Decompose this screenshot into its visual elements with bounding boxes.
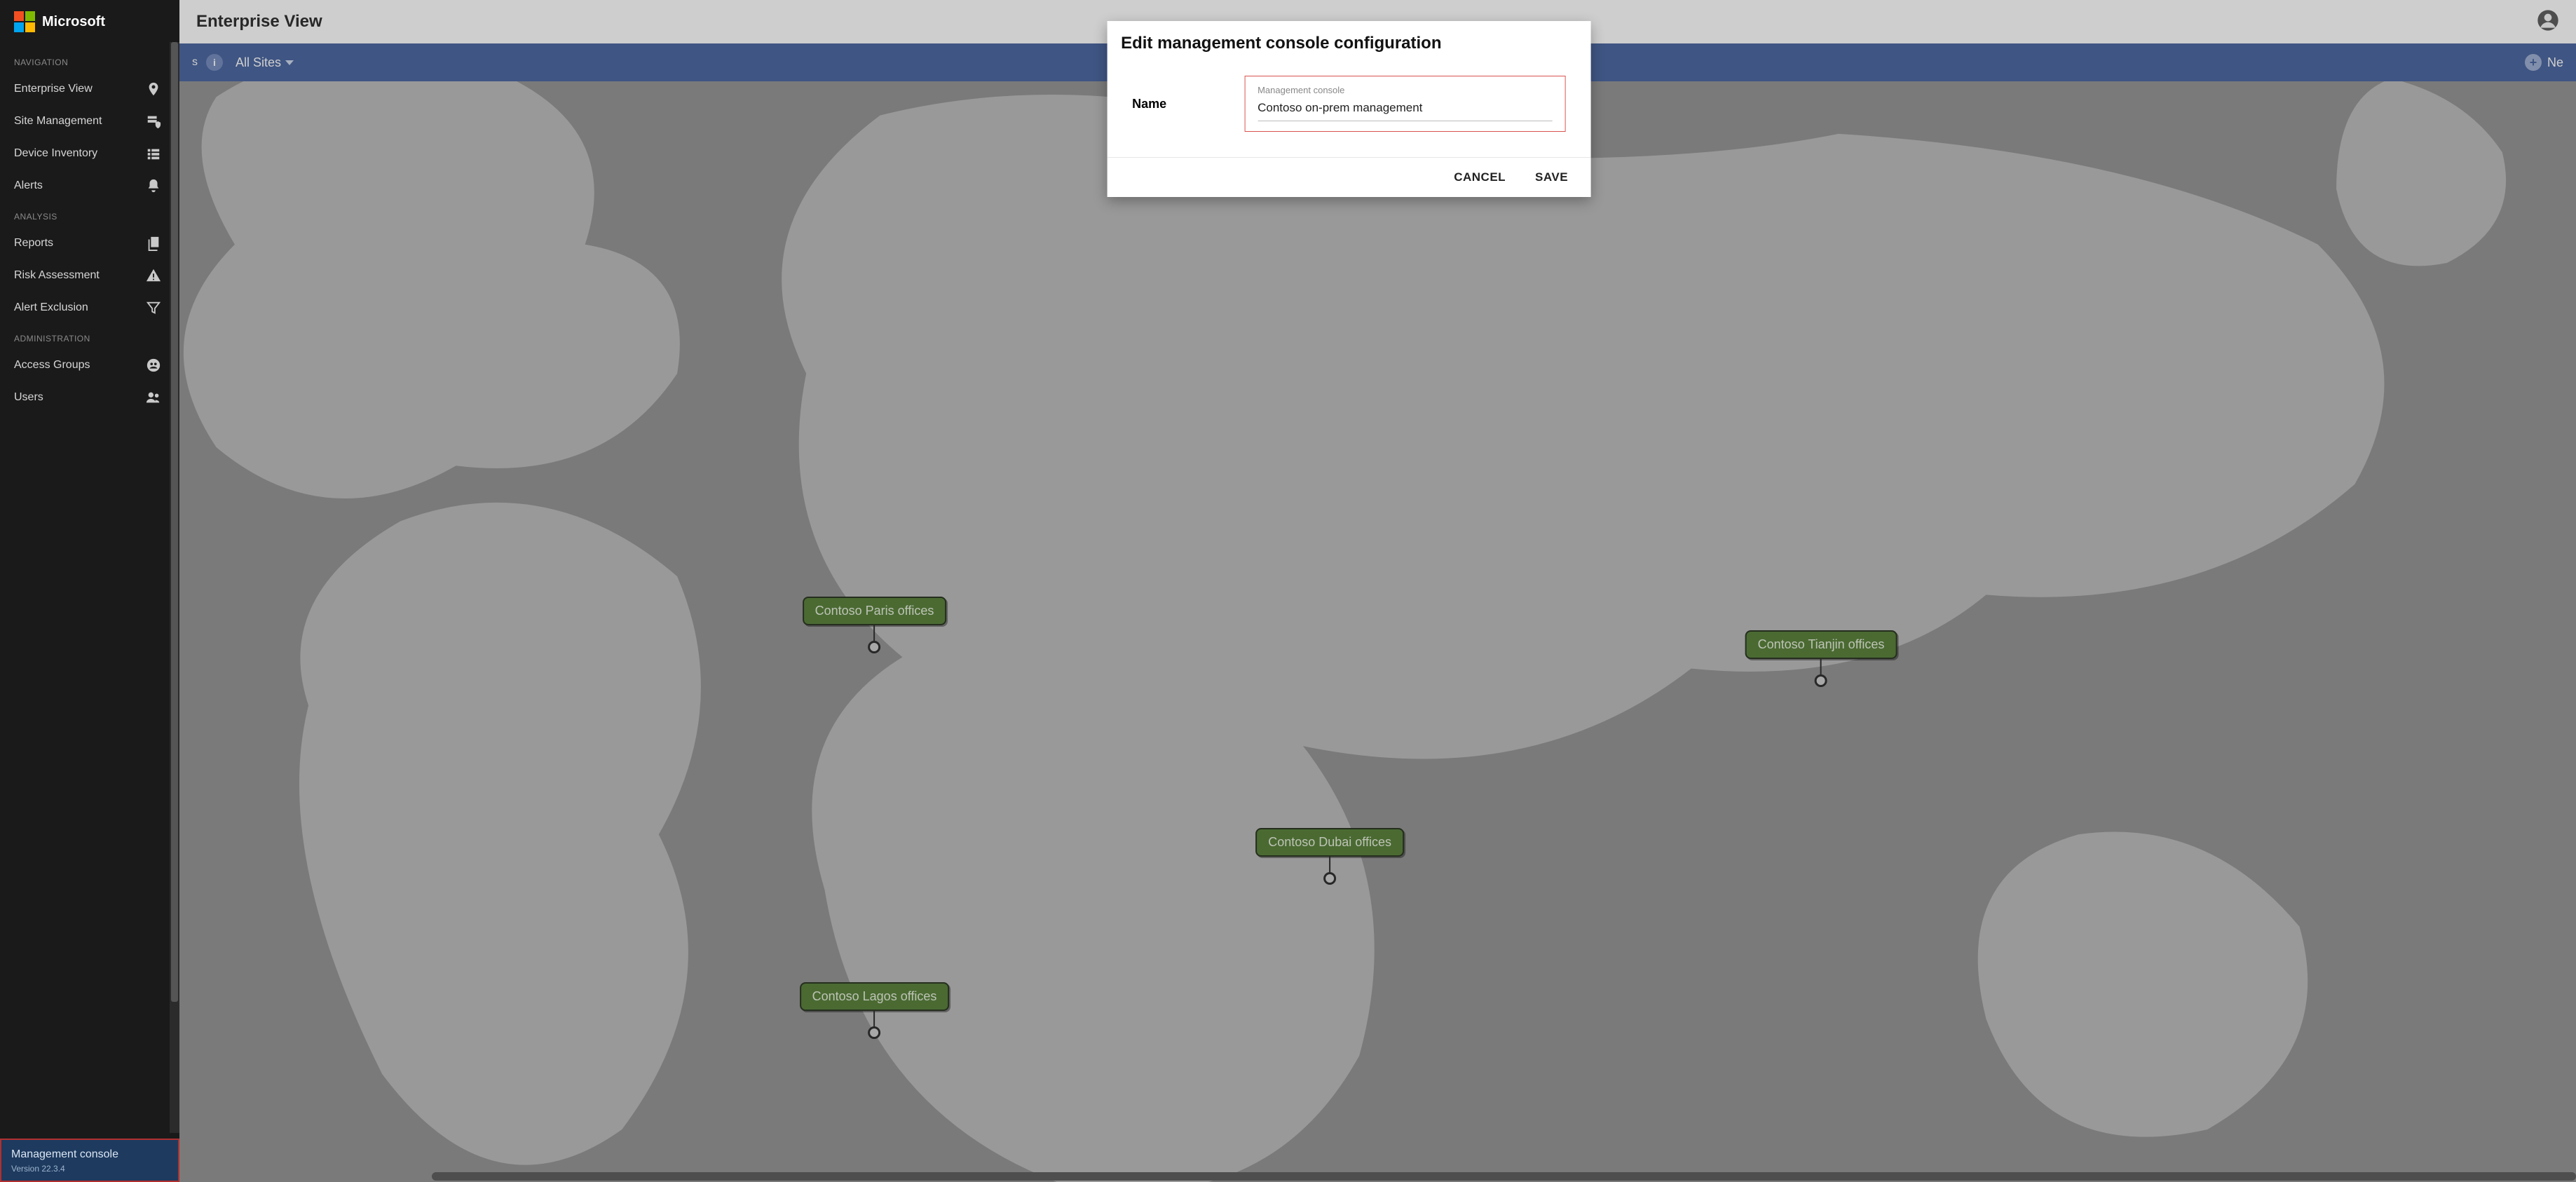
site-tag-dubai[interactable]: Contoso Dubai offices: [1255, 828, 1404, 885]
toolbar-left-trunc: s: [192, 56, 198, 69]
brand-text: Microsoft: [42, 14, 105, 30]
nav-risk-assessment[interactable]: Risk Assessment: [0, 259, 179, 292]
account-icon[interactable]: [2537, 9, 2559, 35]
sidebar-scrollbar-thumb[interactable]: [171, 42, 178, 1002]
list-icon: [146, 146, 161, 161]
site-stem: [1329, 857, 1330, 872]
modal-footer: CANCEL SAVE: [1107, 157, 1590, 197]
nav-alerts[interactable]: Alerts: [0, 170, 179, 202]
bell-icon: [146, 178, 161, 193]
footer-version: Version 22.3.4: [11, 1164, 168, 1174]
site-tag-lagos[interactable]: Contoso Lagos offices: [800, 982, 950, 1039]
group-circle-icon: [146, 358, 161, 373]
nav-enterprise-view[interactable]: Enterprise View: [0, 73, 179, 105]
nav-label: Alerts: [14, 179, 43, 192]
cancel-button[interactable]: CANCEL: [1454, 170, 1506, 184]
modal-title: Edit management console configuration: [1121, 34, 1576, 53]
filter-icon: [146, 300, 161, 315]
new-button[interactable]: + Ne: [2525, 54, 2563, 71]
footer-title: Management console: [11, 1148, 168, 1161]
modal-body: Name Management console: [1107, 62, 1590, 157]
page-title: Enterprise View: [196, 12, 322, 32]
microsoft-logo-icon: [14, 11, 35, 32]
site-selector-dropdown[interactable]: All Sites: [236, 55, 294, 70]
chevron-down-icon: [285, 60, 294, 65]
nav-label: Site Management: [14, 115, 102, 128]
nav-label: Risk Assessment: [14, 269, 100, 282]
nav-section-navigation: NAVIGATION: [0, 48, 179, 73]
nav-label: Reports: [14, 237, 53, 250]
nav-label: Alert Exclusion: [14, 301, 88, 314]
field-label-name: Name: [1132, 97, 1216, 111]
sidebar-scrollbar[interactable]: [170, 42, 179, 1133]
console-name-input[interactable]: [1258, 98, 1552, 121]
nav-label: Device Inventory: [14, 147, 97, 160]
new-button-label: Ne: [2547, 55, 2563, 70]
nav-label: Enterprise View: [14, 83, 93, 95]
nav-site-management[interactable]: Site Management: [0, 105, 179, 137]
nav-label: Access Groups: [14, 359, 90, 372]
nav-label: Users: [14, 391, 43, 404]
edit-console-modal: Edit management console configuration Na…: [1107, 21, 1590, 197]
name-field-box: Management console: [1244, 76, 1565, 132]
warning-triangle-icon: [146, 268, 161, 283]
sidebar-footer-management-console[interactable]: Management console Version 22.3.4: [0, 1139, 179, 1182]
info-icon[interactable]: i: [206, 54, 223, 71]
site-label: Contoso Tianjin offices: [1745, 630, 1897, 659]
main: Enterprise View s i All Sites + Ne: [179, 0, 2576, 1182]
server-shield-icon: [146, 114, 161, 129]
toolbar-left: s i: [192, 54, 223, 71]
map-area[interactable]: Contoso Paris offices Contoso Tianjin off…: [179, 81, 2576, 1182]
modal-header: Edit management console configuration: [1107, 21, 1590, 62]
site-label: Contoso Paris offices: [803, 597, 947, 625]
site-stem: [873, 625, 875, 641]
site-stem: [873, 1011, 875, 1026]
site-stem: [1820, 659, 1822, 674]
nav-device-inventory[interactable]: Device Inventory: [0, 137, 179, 170]
sidebar: Microsoft NAVIGATION Enterprise View Sit…: [0, 0, 179, 1182]
nav-reports[interactable]: Reports: [0, 227, 179, 259]
nav-users[interactable]: Users: [0, 381, 179, 414]
brand-row: Microsoft: [0, 0, 179, 48]
site-selector-label: All Sites: [236, 55, 281, 70]
site-label: Contoso Lagos offices: [800, 982, 950, 1011]
site-tag-tianjin[interactable]: Contoso Tianjin offices: [1745, 630, 1897, 687]
world-map-graphic: [179, 81, 2576, 1182]
nav-access-groups[interactable]: Access Groups: [0, 349, 179, 381]
floating-label: Management console: [1258, 85, 1552, 95]
nav-section-administration: ADMINISTRATION: [0, 324, 179, 349]
site-tag-paris[interactable]: Contoso Paris offices: [803, 597, 947, 653]
copy-icon: [146, 236, 161, 251]
plus-circle-icon: +: [2525, 54, 2542, 71]
map-horizontal-scrollbar[interactable]: [432, 1172, 2576, 1181]
site-label: Contoso Dubai offices: [1255, 828, 1404, 857]
site-dot-icon: [868, 641, 880, 653]
site-dot-icon: [868, 1026, 880, 1039]
nav-section-analysis: ANALYSIS: [0, 202, 179, 227]
map-pin-icon: [146, 81, 161, 97]
site-dot-icon: [1323, 872, 1336, 885]
site-dot-icon: [1815, 674, 1827, 687]
save-button[interactable]: SAVE: [1535, 170, 1568, 184]
nav-alert-exclusion[interactable]: Alert Exclusion: [0, 292, 179, 324]
people-icon: [146, 390, 161, 405]
